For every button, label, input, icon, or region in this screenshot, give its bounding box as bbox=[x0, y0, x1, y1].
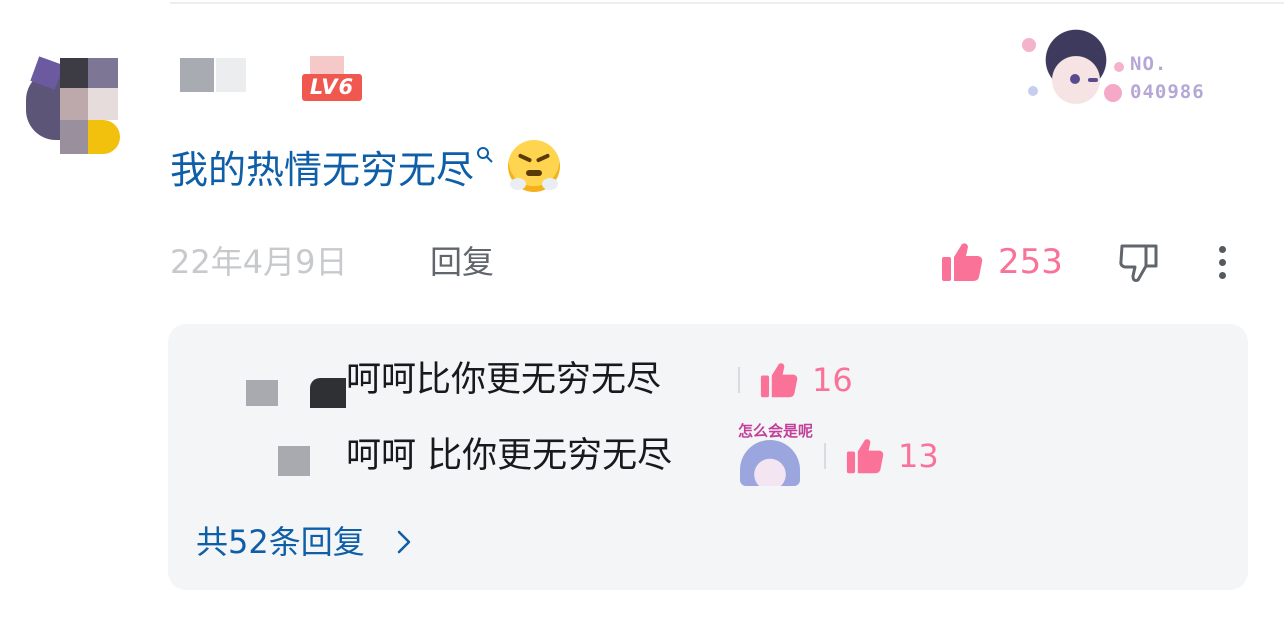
dislike-button[interactable] bbox=[1116, 240, 1162, 286]
reply-username[interactable] bbox=[246, 380, 278, 406]
reply-like-button[interactable]: 16 bbox=[758, 350, 853, 410]
reply-like-count: 16 bbox=[812, 361, 853, 399]
reply-username[interactable] bbox=[278, 446, 310, 476]
chevron-right-icon bbox=[397, 530, 410, 554]
reply-item: 呵呵比你更无穷无尽 16 bbox=[168, 350, 1248, 410]
replies-panel: 呵呵比你更无穷无尽 16 呵呵 比你更无穷无尽 13 怎么会是呢 共52条回复 bbox=[168, 324, 1248, 590]
comment-text: 我的热情无穷无尽 bbox=[170, 138, 561, 194]
reply-like-button[interactable]: 13 bbox=[844, 426, 939, 486]
view-all-replies-link[interactable]: 共52条回复 bbox=[196, 518, 419, 566]
comment-meta: 22年4月9日 回复 253 bbox=[170, 238, 1250, 286]
more-vertical-icon[interactable] bbox=[1212, 242, 1232, 282]
comment-date: 22年4月9日 bbox=[170, 243, 348, 281]
thumbs-down-icon bbox=[1119, 244, 1158, 282]
more-replies-label: 共52条回复 bbox=[196, 523, 365, 561]
comment-body[interactable]: 我的热情无穷无尽 bbox=[170, 139, 474, 194]
reply-text: 呵呵比你更无穷无尽 bbox=[346, 360, 662, 400]
reply-button[interactable]: 回复 bbox=[430, 238, 494, 286]
thumbs-up-icon bbox=[760, 363, 798, 398]
reply-like-count: 13 bbox=[898, 437, 939, 475]
thumbs-up-icon bbox=[942, 243, 983, 281]
reply-item: 呵呵 比你更无穷无尽 13 bbox=[168, 426, 1248, 486]
thumbs-up-icon bbox=[846, 439, 884, 474]
fan-medal-number: NO. 040986 bbox=[1130, 53, 1205, 103]
fan-medal[interactable]: NO. 040986 bbox=[1018, 22, 1238, 118]
steam-nose-emoji-icon bbox=[508, 140, 561, 192]
top-divider bbox=[170, 2, 1284, 4]
reply-text: 呵呵 比你更无穷无尽 bbox=[346, 436, 673, 476]
avatar[interactable] bbox=[26, 52, 126, 156]
comment-card: { "comment": { "level_badge": "LV6", "te… bbox=[0, 0, 1284, 624]
like-count: 253 bbox=[998, 242, 1063, 282]
fan-medal-character-icon bbox=[1036, 28, 1116, 108]
anime-girl-sticker-icon: 怎么会是呢 bbox=[736, 420, 813, 488]
sticker-caption: 怎么会是呢 bbox=[738, 422, 814, 440]
search-icon[interactable] bbox=[476, 145, 494, 169]
like-button[interactable]: 253 bbox=[940, 238, 1063, 286]
level-badge: LV6 bbox=[302, 74, 362, 101]
